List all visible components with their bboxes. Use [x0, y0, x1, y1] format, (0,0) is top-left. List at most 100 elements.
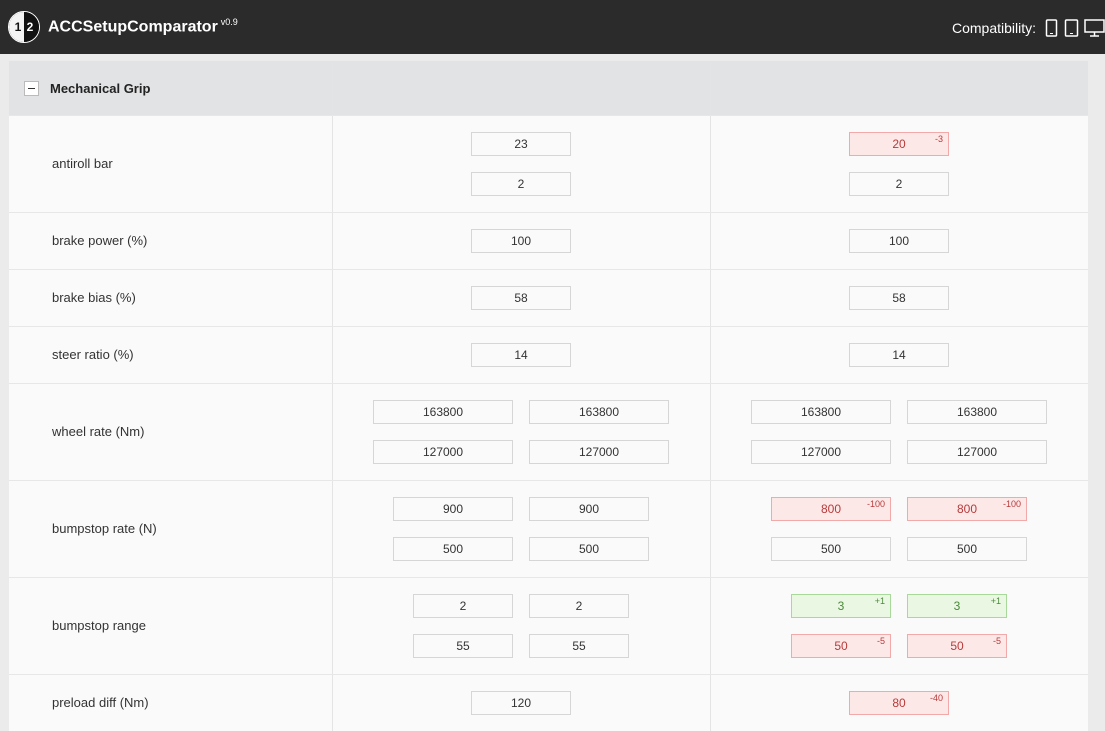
- value-box[interactable]: 900: [393, 497, 513, 521]
- value-text: 127000: [578, 445, 620, 459]
- value-box[interactable]: 800 -100: [907, 497, 1027, 521]
- value-box[interactable]: 163800: [907, 400, 1047, 424]
- value-text: 163800: [422, 405, 464, 419]
- value-text: 2: [517, 177, 525, 191]
- value-text: 55: [456, 639, 470, 653]
- row-label-bumpstop-rate-n: bumpstop rate (N): [52, 521, 157, 536]
- row-label-antiroll-bar: antiroll bar: [52, 156, 113, 171]
- value-text: 127000: [800, 445, 842, 459]
- tablet-icon[interactable]: [1064, 19, 1080, 37]
- value-text: 120: [510, 696, 532, 710]
- value-box[interactable]: 500: [393, 537, 513, 561]
- value-text: 127000: [422, 445, 464, 459]
- value-text: 163800: [800, 405, 842, 419]
- desktop-icon[interactable]: [1084, 19, 1105, 37]
- column-divider: [332, 61, 333, 731]
- value-text: 80: [892, 696, 906, 710]
- row-label-bumpstop-range: bumpstop range: [52, 618, 146, 633]
- delta-badge: -100: [1002, 499, 1021, 509]
- delta-badge: -5: [876, 636, 885, 646]
- value-box[interactable]: 55: [413, 634, 513, 658]
- value-box[interactable]: 2: [529, 594, 629, 618]
- value-text: 58: [514, 291, 528, 305]
- value-text: 2: [459, 599, 467, 613]
- value-box[interactable]: 55: [529, 634, 629, 658]
- value-text: 50: [950, 639, 964, 653]
- row-divider: [9, 212, 1088, 213]
- row-label-wheel-rate-nm: wheel rate (Nm): [52, 424, 145, 439]
- value-box[interactable]: 500: [529, 537, 649, 561]
- phone-icon[interactable]: [1045, 19, 1059, 37]
- value-text: 900: [442, 502, 464, 516]
- value-box[interactable]: 163800: [373, 400, 513, 424]
- value-text: 14: [892, 348, 906, 362]
- value-text: 163800: [956, 405, 998, 419]
- value-box[interactable]: 100: [471, 229, 571, 253]
- delta-badge: -5: [992, 636, 1001, 646]
- value-box[interactable]: 14: [471, 343, 571, 367]
- value-box[interactable]: 163800: [529, 400, 669, 424]
- logo-number-1: 1: [9, 12, 24, 42]
- value-text: 100: [888, 234, 910, 248]
- value-box[interactable]: 127000: [751, 440, 891, 464]
- value-box[interactable]: 800 -100: [771, 497, 891, 521]
- value-box[interactable]: 2: [471, 172, 571, 196]
- value-text: 2: [895, 177, 903, 191]
- row-label-steer-ratio: steer ratio (%): [52, 347, 134, 362]
- value-box[interactable]: 50 -5: [907, 634, 1007, 658]
- value-text: 58: [892, 291, 906, 305]
- value-box[interactable]: 20 -3: [849, 132, 949, 156]
- row-divider: [9, 480, 1088, 481]
- row-divider: [9, 269, 1088, 270]
- value-box[interactable]: 127000: [529, 440, 669, 464]
- row-divider: [9, 577, 1088, 578]
- value-text: 3: [837, 599, 845, 613]
- logo-number-2: 2: [24, 12, 39, 42]
- value-text: 127000: [956, 445, 998, 459]
- value-box[interactable]: 900: [529, 497, 649, 521]
- value-box[interactable]: 23: [471, 132, 571, 156]
- row-label-brake-power: brake power (%): [52, 233, 148, 248]
- value-box[interactable]: 3 +1: [907, 594, 1007, 618]
- value-text: 2: [575, 599, 583, 613]
- value-box[interactable]: 163800: [751, 400, 891, 424]
- value-box[interactable]: 3 +1: [791, 594, 891, 618]
- value-box[interactable]: 2: [849, 172, 949, 196]
- value-box[interactable]: 500: [907, 537, 1027, 561]
- value-box[interactable]: 50 -5: [791, 634, 891, 658]
- app-logo: 1 2: [8, 11, 40, 43]
- value-box[interactable]: 127000: [907, 440, 1047, 464]
- value-box[interactable]: 500: [771, 537, 891, 561]
- compatibility-label: Compatibility:: [951, 20, 1036, 36]
- value-text: 3: [953, 599, 961, 613]
- section-title: Mechanical Grip: [50, 81, 151, 96]
- value-box[interactable]: 14: [849, 343, 949, 367]
- delta-badge: +1: [990, 596, 1001, 606]
- row-divider: [9, 383, 1088, 384]
- delta-badge: -40: [929, 693, 943, 703]
- collapse-minus-icon[interactable]: [24, 81, 39, 96]
- value-text: 800: [820, 502, 842, 516]
- top-bar: 1 2 ACCSetupComparator v0.9 Compatibility…: [0, 0, 1105, 54]
- value-text: 900: [578, 502, 600, 516]
- value-text: 100: [510, 234, 532, 248]
- value-box[interactable]: 80 -40: [849, 691, 949, 715]
- row-label-preload-diff-nm: preload diff (Nm): [52, 695, 149, 710]
- delta-badge: -100: [866, 499, 885, 509]
- value-box[interactable]: 120: [471, 691, 571, 715]
- row-divider: [9, 115, 1088, 116]
- column-divider: [710, 61, 711, 731]
- row-divider: [9, 326, 1088, 327]
- value-box[interactable]: 100: [849, 229, 949, 253]
- value-box[interactable]: 2: [413, 594, 513, 618]
- value-text: 500: [956, 542, 978, 556]
- value-box[interactable]: 58: [849, 286, 949, 310]
- value-box[interactable]: 58: [471, 286, 571, 310]
- row-label-brake-bias: brake bias (%): [52, 290, 136, 305]
- value-box[interactable]: 127000: [373, 440, 513, 464]
- value-text: 500: [820, 542, 842, 556]
- value-text: 55: [572, 639, 586, 653]
- delta-badge: -3: [934, 134, 943, 144]
- value-text: 800: [956, 502, 978, 516]
- value-text: 20: [892, 137, 906, 151]
